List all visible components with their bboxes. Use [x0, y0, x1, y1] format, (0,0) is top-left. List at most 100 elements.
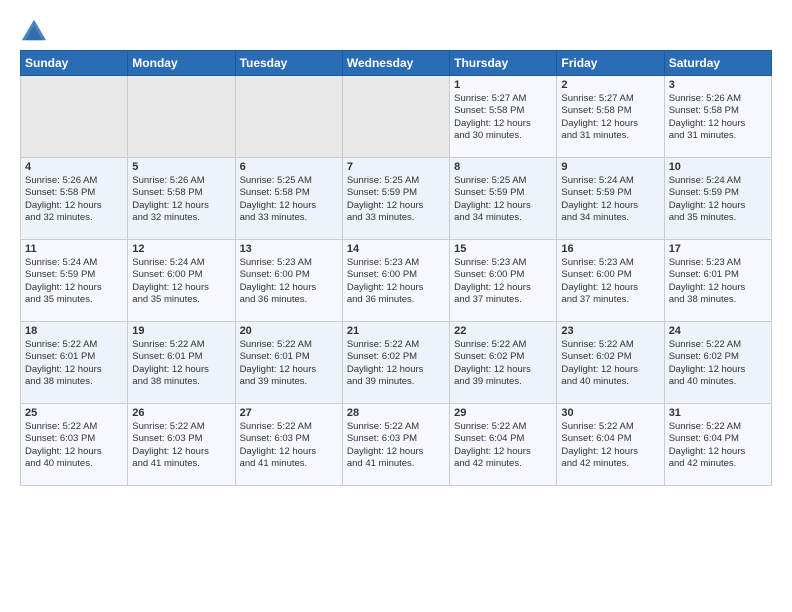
- day-number: 25: [25, 407, 123, 419]
- day-number: 7: [347, 161, 445, 173]
- day-info-line: Sunrise: 5:22 AM: [561, 339, 659, 351]
- day-info-line: Daylight: 12 hours: [25, 364, 123, 376]
- calendar-cell: 14Sunrise: 5:23 AMSunset: 6:00 PMDayligh…: [342, 240, 449, 322]
- day-info-line: Sunrise: 5:23 AM: [454, 257, 552, 269]
- weekday-header-tuesday: Tuesday: [235, 51, 342, 76]
- day-info-line: Sunrise: 5:23 AM: [240, 257, 338, 269]
- calendar-cell: 9Sunrise: 5:24 AMSunset: 5:59 PMDaylight…: [557, 158, 664, 240]
- calendar-cell: 28Sunrise: 5:22 AMSunset: 6:03 PMDayligh…: [342, 404, 449, 486]
- day-info-line: and 35 minutes.: [25, 294, 123, 306]
- day-info-line: and 42 minutes.: [561, 458, 659, 470]
- day-info-line: Daylight: 12 hours: [240, 364, 338, 376]
- day-number: 23: [561, 325, 659, 337]
- day-info-line: Daylight: 12 hours: [561, 446, 659, 458]
- calendar-cell: 12Sunrise: 5:24 AMSunset: 6:00 PMDayligh…: [128, 240, 235, 322]
- day-number: 27: [240, 407, 338, 419]
- day-number: 21: [347, 325, 445, 337]
- day-info-line: Daylight: 12 hours: [669, 364, 767, 376]
- day-info-line: and 34 minutes.: [454, 212, 552, 224]
- week-row-3: 11Sunrise: 5:24 AMSunset: 5:59 PMDayligh…: [21, 240, 772, 322]
- day-info-line: Sunrise: 5:26 AM: [669, 93, 767, 105]
- day-info-line: Sunrise: 5:22 AM: [240, 339, 338, 351]
- day-info-line: Sunset: 6:00 PM: [561, 269, 659, 281]
- week-row-5: 25Sunrise: 5:22 AMSunset: 6:03 PMDayligh…: [21, 404, 772, 486]
- day-info-line: Sunset: 6:02 PM: [561, 351, 659, 363]
- day-info-line: Sunrise: 5:22 AM: [25, 421, 123, 433]
- day-info-line: Daylight: 12 hours: [240, 282, 338, 294]
- day-info-line: Daylight: 12 hours: [132, 282, 230, 294]
- day-info-line: Sunset: 6:03 PM: [25, 433, 123, 445]
- day-info-line: Sunrise: 5:25 AM: [240, 175, 338, 187]
- day-number: 31: [669, 407, 767, 419]
- calendar-cell: 5Sunrise: 5:26 AMSunset: 5:58 PMDaylight…: [128, 158, 235, 240]
- weekday-header-sunday: Sunday: [21, 51, 128, 76]
- calendar-body: 1Sunrise: 5:27 AMSunset: 5:58 PMDaylight…: [21, 76, 772, 486]
- weekday-header-saturday: Saturday: [664, 51, 771, 76]
- calendar-cell: 15Sunrise: 5:23 AMSunset: 6:00 PMDayligh…: [450, 240, 557, 322]
- day-info-line: Sunrise: 5:23 AM: [347, 257, 445, 269]
- week-row-1: 1Sunrise: 5:27 AMSunset: 5:58 PMDaylight…: [21, 76, 772, 158]
- day-info-line: Daylight: 12 hours: [25, 200, 123, 212]
- day-info-line: Daylight: 12 hours: [669, 282, 767, 294]
- day-info-line: Sunrise: 5:22 AM: [561, 421, 659, 433]
- day-info-line: Sunset: 5:59 PM: [347, 187, 445, 199]
- day-info-line: Sunset: 6:04 PM: [669, 433, 767, 445]
- day-number: 29: [454, 407, 552, 419]
- day-info-line: Sunset: 5:59 PM: [669, 187, 767, 199]
- day-number: 18: [25, 325, 123, 337]
- day-number: 2: [561, 79, 659, 91]
- day-info-line: Daylight: 12 hours: [561, 118, 659, 130]
- day-info-line: Daylight: 12 hours: [347, 446, 445, 458]
- day-number: 3: [669, 79, 767, 91]
- day-number: 28: [347, 407, 445, 419]
- day-info-line: Sunrise: 5:24 AM: [669, 175, 767, 187]
- day-info-line: Sunrise: 5:23 AM: [669, 257, 767, 269]
- weekday-header-thursday: Thursday: [450, 51, 557, 76]
- calendar-cell: 19Sunrise: 5:22 AMSunset: 6:01 PMDayligh…: [128, 322, 235, 404]
- calendar-cell: 2Sunrise: 5:27 AMSunset: 5:58 PMDaylight…: [557, 76, 664, 158]
- day-info-line: Daylight: 12 hours: [132, 446, 230, 458]
- day-info-line: Sunset: 6:03 PM: [132, 433, 230, 445]
- day-info-line: Sunset: 6:01 PM: [25, 351, 123, 363]
- calendar-cell: 8Sunrise: 5:25 AMSunset: 5:59 PMDaylight…: [450, 158, 557, 240]
- day-info-line: Daylight: 12 hours: [132, 200, 230, 212]
- day-number: 5: [132, 161, 230, 173]
- calendar-cell: 4Sunrise: 5:26 AMSunset: 5:58 PMDaylight…: [21, 158, 128, 240]
- calendar-cell: 1Sunrise: 5:27 AMSunset: 5:58 PMDaylight…: [450, 76, 557, 158]
- day-number: 30: [561, 407, 659, 419]
- day-info-line: Daylight: 12 hours: [240, 200, 338, 212]
- day-info-line: Daylight: 12 hours: [669, 446, 767, 458]
- day-info-line: Sunset: 5:58 PM: [669, 105, 767, 117]
- day-number: 12: [132, 243, 230, 255]
- day-info-line: Daylight: 12 hours: [25, 282, 123, 294]
- calendar-cell: 10Sunrise: 5:24 AMSunset: 5:59 PMDayligh…: [664, 158, 771, 240]
- day-info-line: Daylight: 12 hours: [454, 118, 552, 130]
- calendar-cell: 25Sunrise: 5:22 AMSunset: 6:03 PMDayligh…: [21, 404, 128, 486]
- day-number: 20: [240, 325, 338, 337]
- day-number: 11: [25, 243, 123, 255]
- day-info-line: Sunset: 5:59 PM: [25, 269, 123, 281]
- day-info-line: and 31 minutes.: [669, 130, 767, 142]
- logo: [20, 16, 52, 44]
- day-info-line: and 35 minutes.: [132, 294, 230, 306]
- day-info-line: and 36 minutes.: [240, 294, 338, 306]
- day-info-line: and 31 minutes.: [561, 130, 659, 142]
- day-number: 26: [132, 407, 230, 419]
- day-info-line: and 34 minutes.: [561, 212, 659, 224]
- day-number: 14: [347, 243, 445, 255]
- day-info-line: Daylight: 12 hours: [454, 200, 552, 212]
- day-info-line: and 42 minutes.: [454, 458, 552, 470]
- calendar-cell: 21Sunrise: 5:22 AMSunset: 6:02 PMDayligh…: [342, 322, 449, 404]
- day-info-line: Daylight: 12 hours: [132, 364, 230, 376]
- calendar-cell: 7Sunrise: 5:25 AMSunset: 5:59 PMDaylight…: [342, 158, 449, 240]
- page: SundayMondayTuesdayWednesdayThursdayFrid…: [0, 0, 792, 496]
- calendar-cell: 31Sunrise: 5:22 AMSunset: 6:04 PMDayligh…: [664, 404, 771, 486]
- day-info-line: Sunset: 6:01 PM: [132, 351, 230, 363]
- weekday-header-monday: Monday: [128, 51, 235, 76]
- day-info-line: Daylight: 12 hours: [454, 446, 552, 458]
- day-info-line: and 33 minutes.: [240, 212, 338, 224]
- day-info-line: and 42 minutes.: [669, 458, 767, 470]
- day-info-line: Sunrise: 5:22 AM: [347, 339, 445, 351]
- day-info-line: Sunset: 6:03 PM: [240, 433, 338, 445]
- day-info-line: and 38 minutes.: [25, 376, 123, 388]
